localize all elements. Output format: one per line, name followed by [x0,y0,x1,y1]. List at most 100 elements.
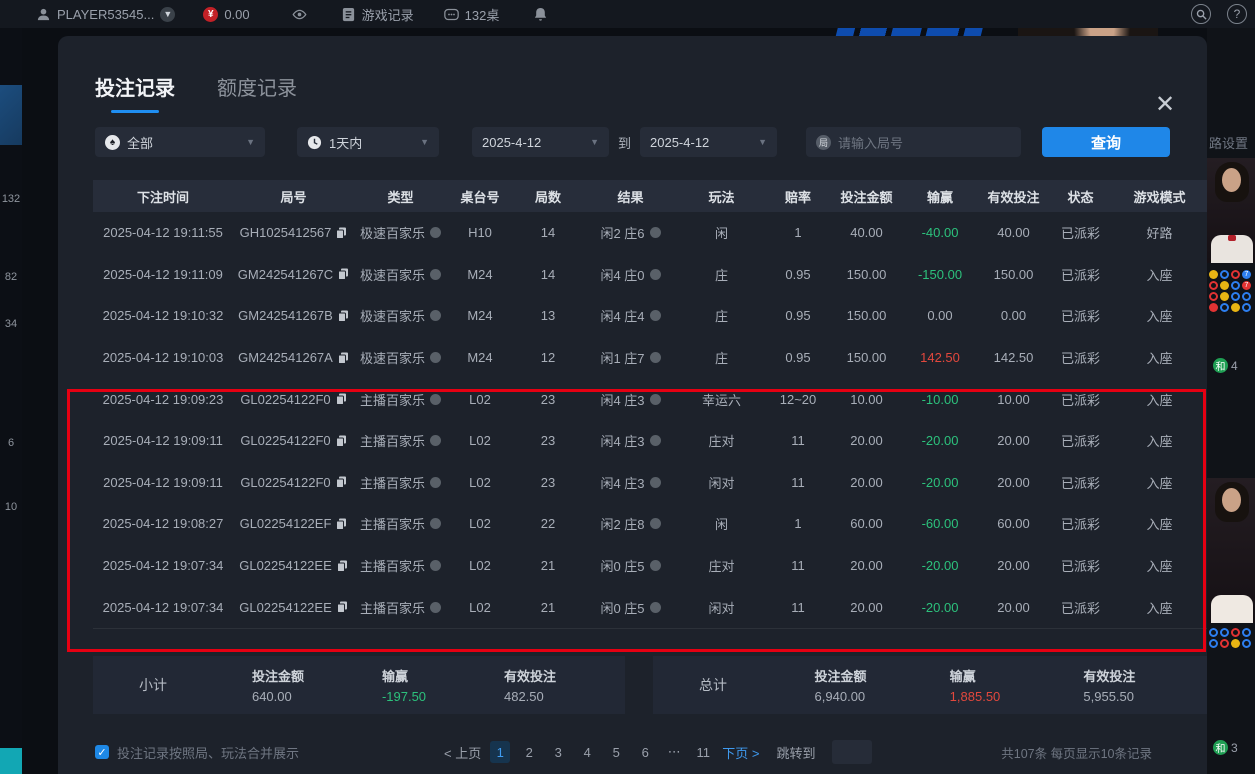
result-detail-icon[interactable] [650,518,661,529]
table-row[interactable]: 2025-04-12 19:07:34 GL02254122EE 主播百家乐 L… [93,586,1207,628]
bet-amount: 20.00 [831,433,902,448]
status: 已派彩 [1049,473,1112,492]
result-cell: 闲1 庄7 [583,348,678,367]
game-record-link[interactable]: 游戏记录 [341,5,414,24]
page-button-5[interactable]: 5 [606,741,626,763]
column-header: 赔率 [765,187,831,206]
table-row[interactable]: 2025-04-12 19:10:03 GM242541267A 极速百家乐 M… [93,337,1207,379]
result-detail-icon[interactable] [650,352,661,363]
dealer-video-2[interactable] [1207,478,1255,623]
page-ellipsis[interactable]: ⋯ [664,741,684,763]
round-id-cell: GH1025412567 [233,225,354,240]
game-type-cell: 主播百家乐 [354,431,447,450]
sidebar-active-item[interactable] [0,85,22,145]
play-type: 闲 [678,514,765,533]
game-mode: 入座 [1112,431,1207,450]
result-detail-icon[interactable] [650,602,661,613]
game-type-cell: 主播百家乐 [354,556,447,575]
prev-page-button[interactable]: < 上页 [444,743,481,762]
win-loss: -20.00 [902,475,978,490]
table-row[interactable]: 2025-04-12 19:10:32 GM242541267B 极速百家乐 M… [93,295,1207,337]
game-type-cell: 主播百家乐 [354,473,447,492]
game-type: 主播百家乐 [360,431,425,450]
copy-icon[interactable] [338,268,349,280]
dealer-face [1222,488,1241,512]
result-detail-icon[interactable] [650,560,661,571]
column-header: 局数 [513,187,583,206]
eye-icon[interactable] [292,7,307,22]
copy-icon[interactable] [337,560,348,572]
close-icon[interactable]: ✕ [1153,94,1177,118]
tab-bet-records[interactable]: 投注记录 [95,72,175,113]
result-value: 闲2 庄6 [600,223,644,242]
column-header: 有效投注 [978,187,1049,206]
round-id: GL02254122EE [239,600,332,615]
copy-icon[interactable] [337,601,348,613]
page-button-6[interactable]: 6 [635,741,655,763]
page-button-2[interactable]: 2 [519,741,539,763]
play-type: 闲对 [678,598,765,617]
copy-icon[interactable] [338,310,349,322]
result-detail-icon[interactable] [650,227,661,238]
jump-page-input[interactable] [832,740,872,764]
roadmap-grid: 77 [1209,270,1255,312]
odds: 11 [765,558,831,573]
copy-icon[interactable] [336,476,347,488]
result-detail-icon[interactable] [650,477,661,488]
result-detail-icon[interactable] [650,310,661,321]
result-detail-icon[interactable] [650,269,661,280]
win-loss: -20.00 [902,558,978,573]
result-value: 闲4 庄3 [600,390,644,409]
bell-icon[interactable] [533,7,548,22]
bet-amount: 20.00 [831,475,902,490]
game-mode: 入座 [1112,514,1207,533]
bet-amount: 150.00 [831,350,902,365]
date-from-picker[interactable]: 2025-4-12 ▼ [472,127,609,157]
next-page-button[interactable]: 下页 > [722,743,759,762]
player-account[interactable]: PLAYER53545... ▼ [36,7,175,22]
status: 已派彩 [1049,598,1112,617]
copy-icon[interactable] [336,435,347,447]
game-type: 主播百家乐 [360,473,425,492]
search-icon[interactable] [1191,4,1211,24]
copy-icon[interactable] [336,393,347,405]
page-button-1[interactable]: 1 [490,741,510,763]
copy-icon[interactable] [336,518,347,530]
round-number: 23 [513,392,583,407]
table-row[interactable]: 2025-04-12 19:08:27 GL02254122EF 主播百家乐 L… [93,503,1207,545]
table-row[interactable]: 2025-04-12 19:09:11 GL02254122F0 主播百家乐 L… [93,420,1207,462]
table-row[interactable]: 2025-04-12 19:09:23 GL02254122F0 主播百家乐 L… [93,378,1207,420]
lobby-right-strip: 路设置 77 和 4 和 3 [1207,28,1255,774]
merge-checkbox[interactable]: ✓ [95,745,109,759]
help-icon[interactable]: ? [1227,4,1247,24]
roadmap-dot [1209,639,1218,648]
round-number: 13 [513,308,583,323]
round-id-cell: GM242541267B [233,308,354,323]
copy-icon[interactable] [336,227,347,239]
info-icon [430,269,441,280]
tab-quota-records[interactable]: 额度记录 [217,72,297,113]
time-range-select[interactable]: 1天内 ▼ [297,127,439,157]
page-button-4[interactable]: 4 [577,741,597,763]
result-cell: 闲4 庄3 [583,473,678,492]
page-button-3[interactable]: 3 [548,741,568,763]
dealer-video-1[interactable] [1207,158,1255,263]
result-detail-icon[interactable] [650,394,661,405]
round-id-cell: GL02254122F0 [233,433,354,448]
table-row[interactable]: 2025-04-12 19:07:34 GL02254122EE 主播百家乐 L… [93,545,1207,587]
result-detail-icon[interactable] [650,435,661,446]
copy-icon[interactable] [338,352,349,364]
date-to-picker[interactable]: 2025-4-12 ▼ [640,127,777,157]
win-loss: -60.00 [902,516,978,531]
table-row[interactable]: 2025-04-12 19:09:11 GL02254122F0 主播百家乐 L… [93,462,1207,504]
sidebar-bottom-tile[interactable] [0,748,22,774]
round-search-input[interactable]: 局 请输入局号 [806,127,1021,157]
table-row[interactable]: 2025-04-12 19:11:09 GM242541267C 极速百家乐 M… [93,254,1207,296]
page-button-11[interactable]: 11 [693,741,713,763]
column-header: 桌台号 [447,187,513,206]
game-type-select[interactable]: ♠ 全部 ▼ [95,127,265,157]
query-button[interactable]: 查询 [1042,127,1170,157]
table-row[interactable]: 2025-04-12 19:11:55 GH1025412567 极速百家乐 H… [93,212,1207,254]
chevron-down-icon[interactable]: ▼ [160,7,175,22]
tables-count[interactable]: 132桌 [444,5,500,24]
